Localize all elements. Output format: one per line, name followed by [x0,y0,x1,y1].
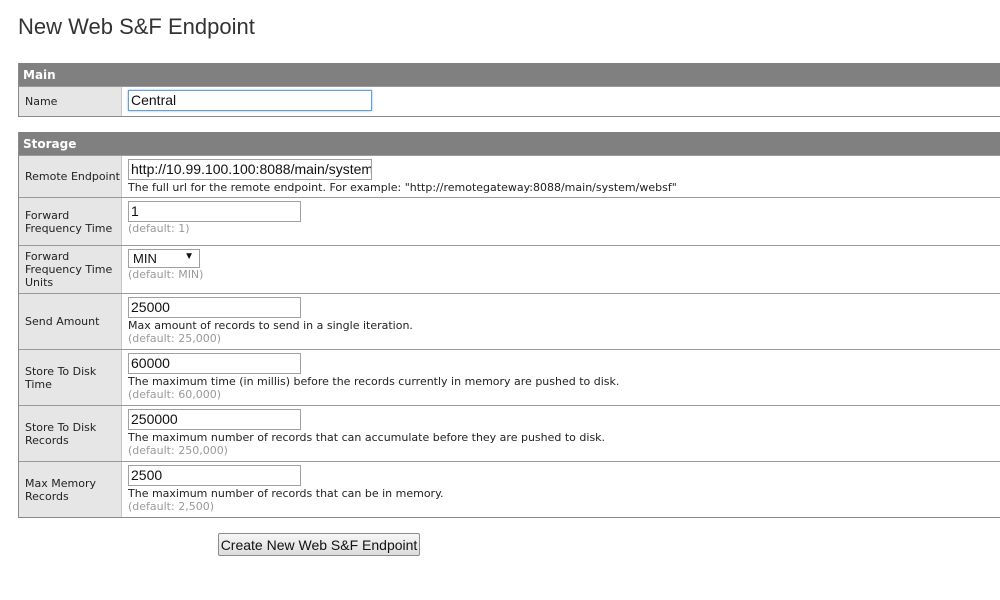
forward-frequency-time-label: Forward Frequency Time [19,198,122,245]
storage-section: Storage Remote Endpoint http://10.99.100… [18,132,1000,518]
send-amount-default: (default: 25,000) [128,332,221,345]
page-title: New Web S&F Endpoint [18,14,255,39]
send-amount-description: Max amount of records to send in a singl… [128,319,413,332]
send-amount-label: Send Amount [19,294,122,349]
form-row-name: Name Central [19,86,1000,116]
forward-frequency-time-units-default: (default: MIN) [128,268,204,281]
name-input[interactable]: Central [128,90,372,111]
create-endpoint-button[interactable]: Create New Web S&F Endpoint [218,533,420,556]
form-row-send-amount: Send Amount 25000 Max amount of records … [19,293,1000,349]
main-section-header: Main [19,63,1000,86]
forward-frequency-time-input[interactable]: 1 [128,201,301,222]
forward-frequency-time-units-label: Forward Frequency Time Units [19,246,122,293]
store-to-disk-time-description: The maximum time (in millis) before the … [128,375,620,388]
remote-endpoint-input[interactable]: http://10.99.100.100:8088/main/system/w [128,159,372,180]
max-memory-records-label: Max Memory Records [19,462,122,517]
remote-endpoint-label: Remote Endpoint [19,156,122,197]
max-memory-records-default: (default: 2,500) [128,500,214,513]
max-memory-records-input[interactable]: 2500 [128,465,301,486]
forward-frequency-time-default: (default: 1) [128,222,190,235]
send-amount-input[interactable]: 25000 [128,297,301,318]
store-to-disk-records-label: Store To Disk Records [19,406,122,461]
select-value: MIN [133,251,157,266]
remote-endpoint-description: The full url for the remote endpoint. Fo… [128,181,677,194]
store-to-disk-time-default: (default: 60,000) [128,388,221,401]
name-label: Name [19,87,122,116]
form-row-max-memory-records: Max Memory Records 2500 The maximum numb… [19,461,1000,517]
storage-section-header: Storage [19,132,1000,155]
max-memory-records-description: The maximum number of records that can b… [128,487,444,500]
form-row-forward-frequency-time-units: Forward Frequency Time Units MIN ▼ (defa… [19,245,1000,293]
store-to-disk-time-label: Store To Disk Time [19,350,122,405]
form-row-store-to-disk-records: Store To Disk Records 250000 The maximum… [19,405,1000,461]
main-section: Main Name Central [18,63,1000,117]
form-row-forward-frequency-time: Forward Frequency Time 1 (default: 1) [19,197,1000,245]
store-to-disk-records-default: (default: 250,000) [128,444,228,457]
form-row-store-to-disk-time: Store To Disk Time 60000 The maximum tim… [19,349,1000,405]
store-to-disk-records-description: The maximum number of records that can a… [128,431,606,444]
forward-frequency-time-units-select[interactable]: MIN ▼ [128,249,200,268]
store-to-disk-time-input[interactable]: 60000 [128,353,301,374]
dropdown-arrow-icon: ▼ [184,251,194,262]
store-to-disk-records-input[interactable]: 250000 [128,409,301,430]
form-row-remote-endpoint: Remote Endpoint http://10.99.100.100:808… [19,155,1000,197]
